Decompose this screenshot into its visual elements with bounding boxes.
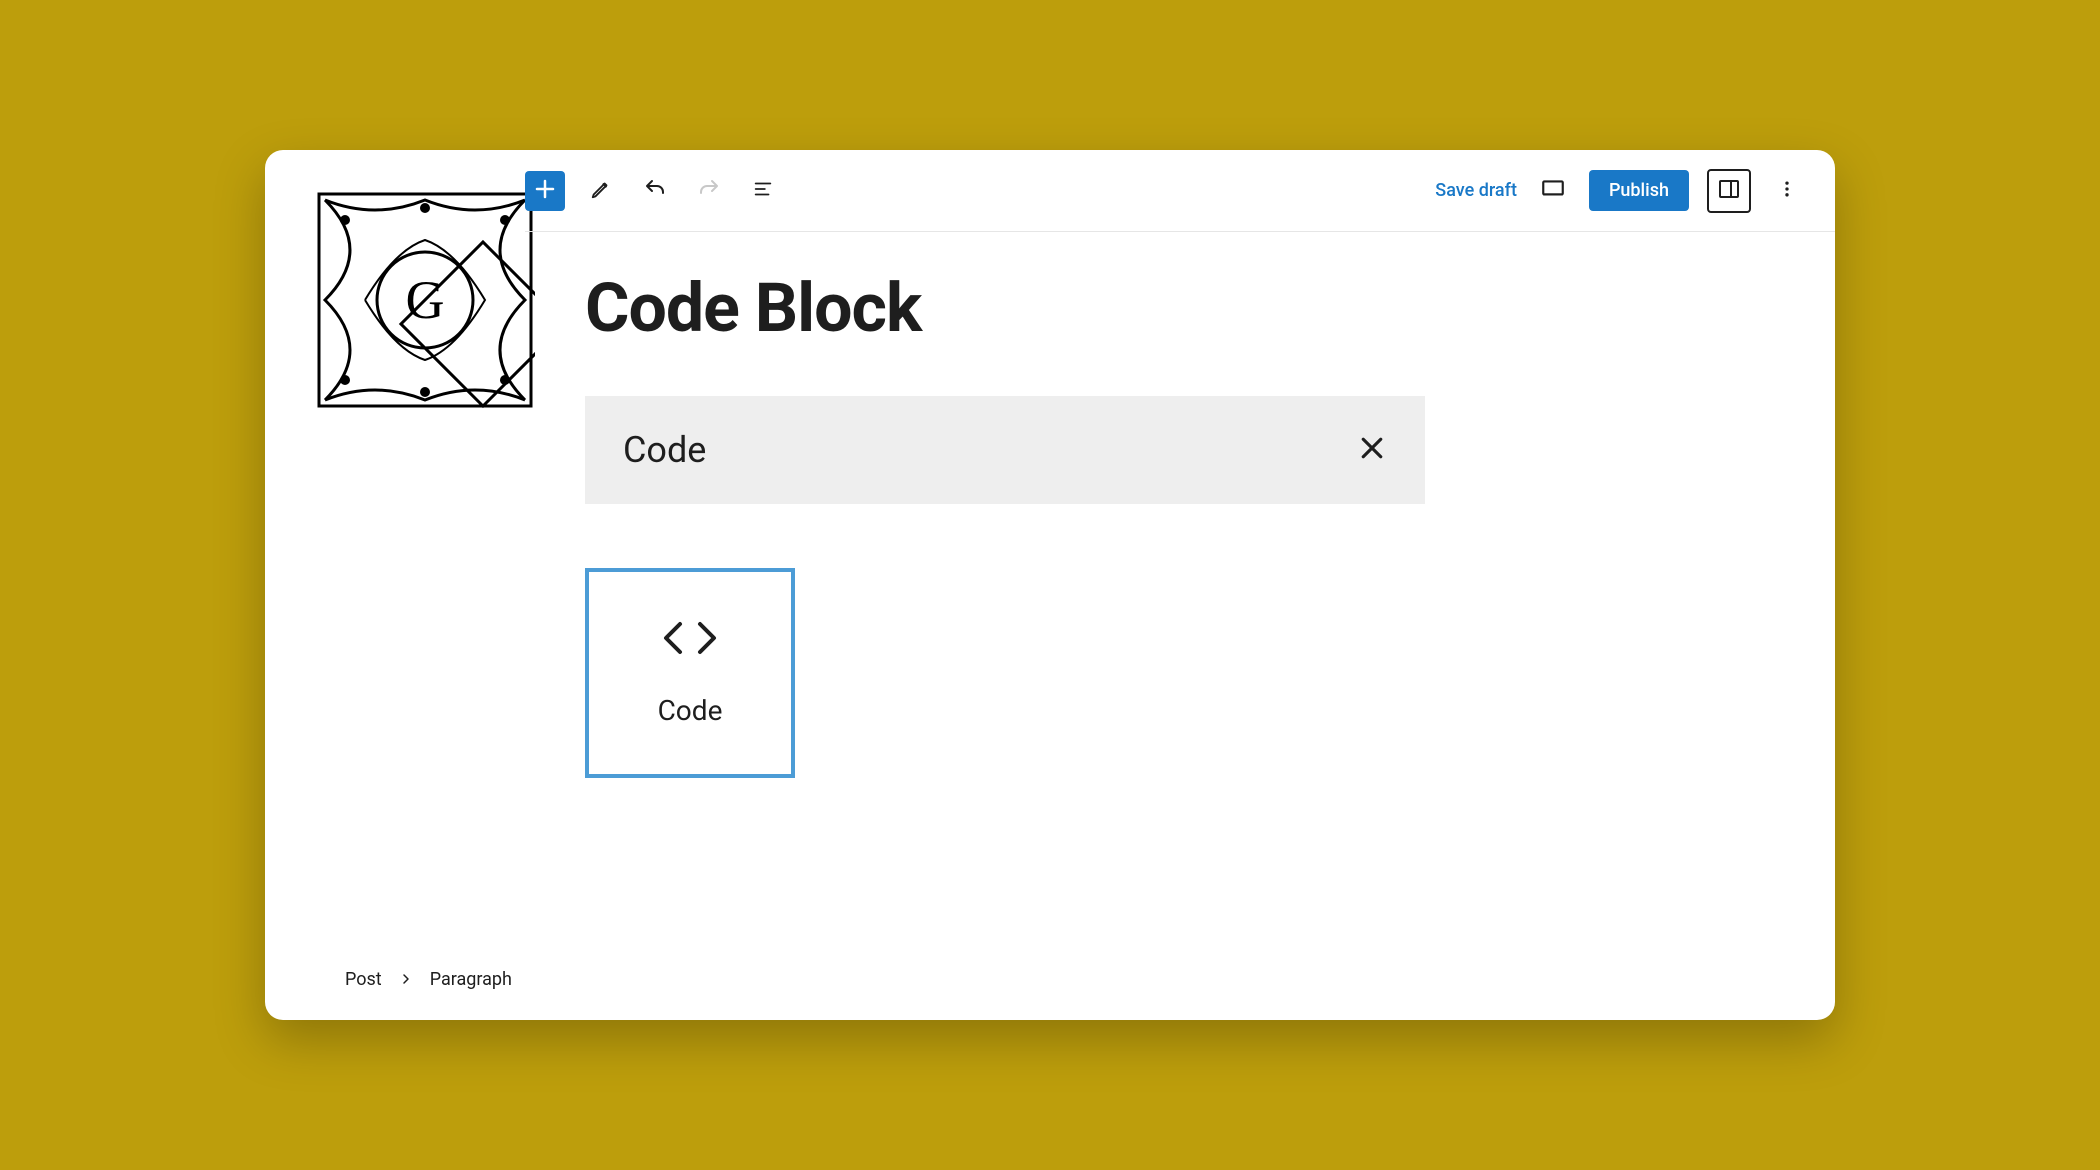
code-icon bbox=[660, 620, 720, 656]
redo-icon bbox=[697, 177, 721, 205]
undo-button[interactable] bbox=[637, 173, 673, 209]
plus-icon bbox=[533, 177, 557, 205]
main-column: Save draft Publish bbox=[525, 150, 1835, 1020]
sidebar-icon bbox=[1717, 177, 1741, 205]
add-block-button[interactable] bbox=[525, 171, 565, 211]
publish-button[interactable]: Publish bbox=[1589, 170, 1689, 211]
editor-content: Code Block Code bbox=[525, 232, 1835, 1020]
block-search-bar[interactable]: Code bbox=[585, 396, 1425, 504]
breadcrumb: Post Paragraph bbox=[345, 969, 512, 990]
close-icon bbox=[1357, 448, 1387, 467]
breadcrumb-current[interactable]: Paragraph bbox=[430, 969, 512, 990]
document-outline-button[interactable] bbox=[745, 173, 781, 209]
undo-icon bbox=[643, 177, 667, 205]
toolbar-right: Save draft Publish bbox=[1435, 169, 1805, 213]
editor-body: G bbox=[265, 150, 1835, 1020]
editor-window: G bbox=[265, 150, 1835, 1020]
more-options-button[interactable] bbox=[1769, 173, 1805, 209]
block-result-code[interactable]: Code bbox=[585, 568, 795, 778]
breadcrumb-root[interactable]: Post bbox=[345, 969, 382, 990]
pencil-icon bbox=[590, 178, 612, 204]
chevron-right-icon bbox=[400, 969, 412, 990]
save-draft-button[interactable]: Save draft bbox=[1435, 180, 1517, 201]
settings-sidebar-toggle[interactable] bbox=[1707, 169, 1751, 213]
edit-mode-button[interactable] bbox=[583, 173, 619, 209]
toolbar-left bbox=[525, 171, 781, 211]
site-logo[interactable]: G bbox=[315, 190, 535, 410]
list-icon bbox=[752, 178, 774, 204]
svg-text:G: G bbox=[406, 270, 445, 330]
editor-toolbar: Save draft Publish bbox=[525, 150, 1835, 232]
block-result-label: Code bbox=[658, 694, 723, 727]
post-title[interactable]: Code Block bbox=[585, 268, 1835, 348]
preview-button[interactable] bbox=[1535, 173, 1571, 209]
desktop-icon bbox=[1540, 176, 1566, 206]
clear-search-button[interactable] bbox=[1357, 433, 1387, 467]
logo-column: G bbox=[265, 150, 525, 1020]
kebab-icon bbox=[1777, 179, 1797, 203]
redo-button bbox=[691, 173, 727, 209]
block-search-input[interactable]: Code bbox=[623, 429, 706, 471]
